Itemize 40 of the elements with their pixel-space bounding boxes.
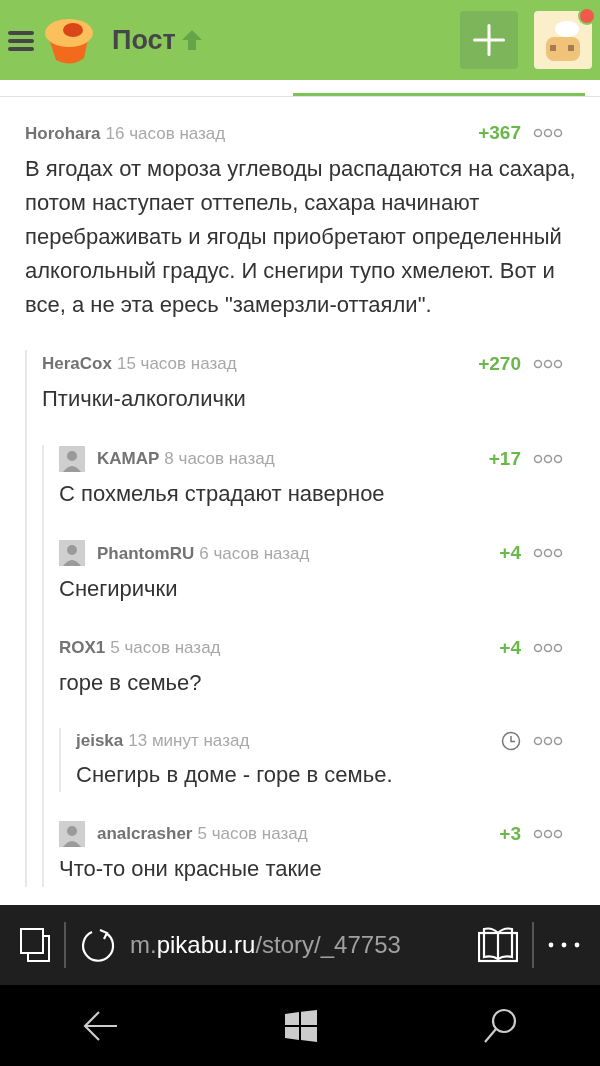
comment-text: Снегирь в доме - горе в семье. [76, 760, 394, 789]
user-avatar[interactable] [534, 11, 592, 69]
rating: +367 [478, 121, 521, 145]
add-button[interactable] [460, 11, 518, 69]
rating: +4 [499, 635, 521, 660]
more-icon[interactable] [548, 942, 580, 948]
author-name[interactable]: jeiska [76, 728, 124, 754]
comment-time: 5 часов назад [110, 637, 221, 660]
menu-icon[interactable] [8, 28, 34, 52]
rating: +270 [478, 351, 521, 376]
rating: +17 [488, 446, 521, 471]
page-title: Пост [112, 23, 176, 57]
comment-text: горе в семье? [59, 669, 203, 698]
author-name[interactable]: KAMAP [97, 446, 160, 472]
windows-icon[interactable] [285, 1009, 317, 1042]
author-name[interactable]: ROX1 [59, 635, 106, 661]
plus-icon [472, 23, 506, 57]
clock-icon [501, 731, 521, 752]
author-name[interactable]: Horohara [25, 120, 101, 146]
comment-time: 5 часов назад [197, 823, 308, 846]
comment-text: Что-то они красные такие [59, 855, 323, 884]
author-name[interactable]: HeraCox [42, 351, 112, 377]
author-name[interactable]: PhantomRU [97, 540, 195, 567]
back-icon[interactable] [83, 1009, 119, 1042]
rating: +3 [499, 821, 521, 846]
comment-text: В ягодах от мороза углеводы распадаются на сахара, потом наступает оттепель, сахара начинают перебраживать и ягоды приобретают определенный алкогольный градус. И снегири тупо хмелеют. Вот и все, а не эта ересь "замерзли-оттаяли". [25, 154, 577, 319]
refresh-icon[interactable] [80, 927, 116, 963]
comment-time: 13 минут назад [128, 730, 250, 753]
rating: +4 [499, 541, 521, 566]
comment-text: С похмелья страдают наверное [59, 480, 386, 509]
comment-time: 16 часов назад [105, 122, 226, 145]
reading-view-icon[interactable] [478, 927, 518, 963]
comment-time: 15 часов назад [116, 353, 237, 376]
search-icon[interactable] [483, 1007, 517, 1044]
comment-time: 8 часов назад [164, 448, 275, 471]
comment-time: 6 часов назад [199, 542, 310, 565]
tabs-icon[interactable] [20, 928, 50, 962]
author-name[interactable]: analcrasher [97, 821, 193, 847]
comment-text: Снегирички [59, 574, 179, 603]
comment-text: Птички-алкоголички [42, 385, 247, 414]
